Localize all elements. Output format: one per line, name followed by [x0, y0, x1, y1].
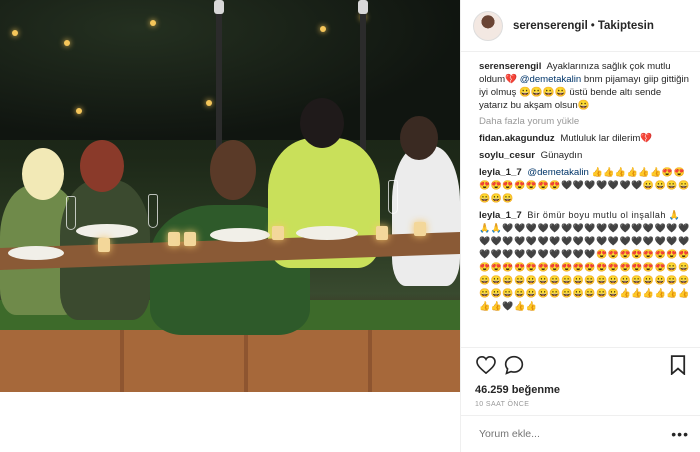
- like-count[interactable]: 46.259 beğenme: [475, 384, 689, 396]
- candle: [184, 232, 196, 246]
- comment-username[interactable]: fidan.akagunduz: [479, 133, 555, 144]
- comment: leyla_1_7 Bir ömür boyu mutlu ol inşalla…: [479, 209, 691, 313]
- add-comment-bar: •••: [461, 415, 700, 452]
- bookmark-icon[interactable]: [667, 354, 689, 376]
- string-light: [320, 26, 326, 32]
- plate: [8, 246, 64, 260]
- add-comment-input[interactable]: [479, 428, 672, 440]
- comments-list[interactable]: serenserengil Ayaklarınıza sağlık çok mu…: [461, 52, 700, 347]
- more-options-icon[interactable]: •••: [671, 426, 689, 442]
- comment-text: Mutluluk lar dilerim💔: [560, 133, 653, 144]
- caption-mention[interactable]: @demetakalin: [520, 74, 581, 85]
- torch-lamp: [214, 0, 224, 14]
- header-username[interactable]: serenserengil: [513, 20, 588, 32]
- wine-glass: [148, 194, 158, 228]
- comment-username[interactable]: leyla_1_7: [479, 210, 522, 221]
- candle: [168, 232, 180, 246]
- comment-username[interactable]: soylu_cesur: [479, 150, 535, 161]
- instagram-post: serenserengil • Takiptesin serenserengil A…: [0, 0, 700, 452]
- guest-3-head: [210, 140, 256, 200]
- night-sky: [0, 0, 460, 140]
- torch-lamp: [358, 0, 368, 14]
- post-timestamp: 10 SAAT ÖNCE: [475, 401, 530, 408]
- load-more-comments-link[interactable]: Daha fazla yorum yükle: [479, 116, 691, 127]
- lantern: [206, 100, 212, 106]
- comment-icon[interactable]: [503, 354, 525, 376]
- string-light: [64, 40, 70, 46]
- candle: [376, 226, 388, 240]
- plate: [210, 228, 270, 242]
- torch-pole: [360, 0, 366, 150]
- torch-pole: [216, 10, 222, 160]
- lantern: [76, 108, 82, 114]
- header-text: serenserengil • Takiptesin: [513, 20, 654, 32]
- candle: [414, 222, 426, 236]
- comment-text: Günaydın: [540, 150, 583, 161]
- string-light: [150, 20, 156, 26]
- wine-glass: [388, 180, 398, 214]
- comment: soylu_cesur Günaydın: [479, 149, 691, 162]
- caption: serenserengil Ayaklarınıza sağlık çok mu…: [479, 60, 691, 112]
- string-light: [12, 30, 18, 36]
- post-photo[interactable]: [0, 0, 460, 392]
- candle: [98, 238, 110, 252]
- post-actions: 46.259 beğenme 10 SAAT ÖNCE: [461, 347, 700, 411]
- post-side-panel: serenserengil • Takiptesin serenserengil A…: [460, 0, 700, 452]
- plate: [296, 226, 358, 240]
- comment: leyla_1_7 @demetakalin 👍👍👍👍👍👍😍😍😍😍😍😍😍😍😍🖤🖤…: [479, 166, 691, 205]
- action-icons: [475, 354, 689, 376]
- plate: [76, 224, 138, 238]
- guest-2-head: [80, 140, 124, 192]
- avatar[interactable]: [473, 10, 503, 41]
- wine-glass: [66, 196, 76, 230]
- comment: fidan.akagunduz Mutluluk lar dilerim💔: [479, 132, 691, 145]
- guest-5: [392, 146, 460, 286]
- comment-text: Bir ömür boyu mutlu ol inşallah 🙏🙏🙏🖤🖤🖤🖤🖤…: [479, 210, 690, 311]
- comment-username[interactable]: leyla_1_7: [479, 167, 522, 178]
- header-separator: •: [590, 19, 595, 32]
- wooden-deck: [0, 330, 460, 392]
- candle: [272, 226, 284, 240]
- heart-icon[interactable]: [475, 354, 497, 376]
- caption-username[interactable]: serenserengil: [479, 61, 541, 72]
- guest-4-head: [300, 98, 344, 148]
- post-header: serenserengil • Takiptesin: [461, 0, 700, 52]
- guest-1-head: [22, 148, 64, 200]
- guest-5-head: [400, 116, 438, 160]
- follow-status-button[interactable]: Takiptesin: [598, 20, 654, 32]
- comment-mention[interactable]: @demetakalin: [527, 167, 588, 178]
